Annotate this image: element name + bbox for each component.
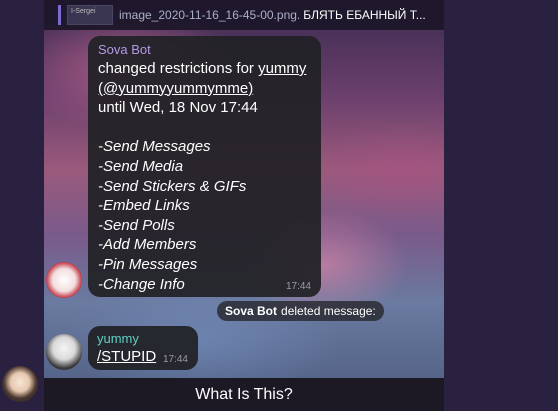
restriction-item: -Send Messages [98, 138, 211, 156]
bottom-bar[interactable]: What Is This? [44, 378, 444, 411]
message-line-1-prefix: changed restrictions for [98, 60, 259, 77]
message-time: 17:44 [285, 281, 311, 292]
user-sender-name[interactable]: yummy [97, 331, 189, 346]
reply-text: БЛЯТЬ ЕБАННЫЙ Т... [303, 8, 426, 22]
service-text: deleted message: [281, 304, 376, 318]
restriction-item: -Send Polls [98, 216, 175, 234]
restriction-item: -Add Members [98, 236, 197, 254]
bot-sender-name[interactable]: Sova Bot [98, 42, 311, 57]
restriction-item: -Pin Messages [98, 255, 198, 273]
username-link[interactable]: (@yummyyummymme) [98, 79, 311, 99]
bot-avatar[interactable] [46, 262, 82, 298]
reply-preview[interactable]: I-Sergei image_2020-11-16_16-45-00.png. … [44, 0, 444, 30]
user-avatar[interactable] [46, 334, 82, 370]
restriction-item: -Send Media [98, 157, 184, 175]
left-sidebar [0, 0, 44, 411]
restriction-item: -Embed Links [98, 197, 190, 215]
message-line-1: changed restrictions for yummy [98, 59, 311, 79]
user-message-bubble[interactable]: yummy /STUPID 17:44 [88, 326, 198, 370]
account-avatar[interactable] [2, 366, 38, 402]
restriction-until: until Wed, 18 Nov 17:44 [98, 99, 258, 117]
user-mention-link[interactable]: yummy [258, 60, 306, 77]
reply-accent-bar [58, 5, 61, 25]
right-sidebar [444, 0, 558, 411]
message-time: 17:44 [162, 354, 188, 365]
service-actor: Sova Bot [225, 304, 278, 318]
restriction-item: -Change Info [98, 275, 185, 293]
bot-message-bubble[interactable]: Sova Bot changed restrictions for yummy … [88, 36, 321, 297]
service-message: Sova Bot deleted message: [217, 301, 384, 321]
restriction-item: -Send Stickers & GIFs [98, 177, 247, 195]
reply-thumbnail: I-Sergei [67, 5, 113, 25]
bottom-bar-label: What Is This? [195, 385, 293, 403]
reply-file-name: image_2020-11-16_16-45-00.png. [119, 8, 301, 22]
